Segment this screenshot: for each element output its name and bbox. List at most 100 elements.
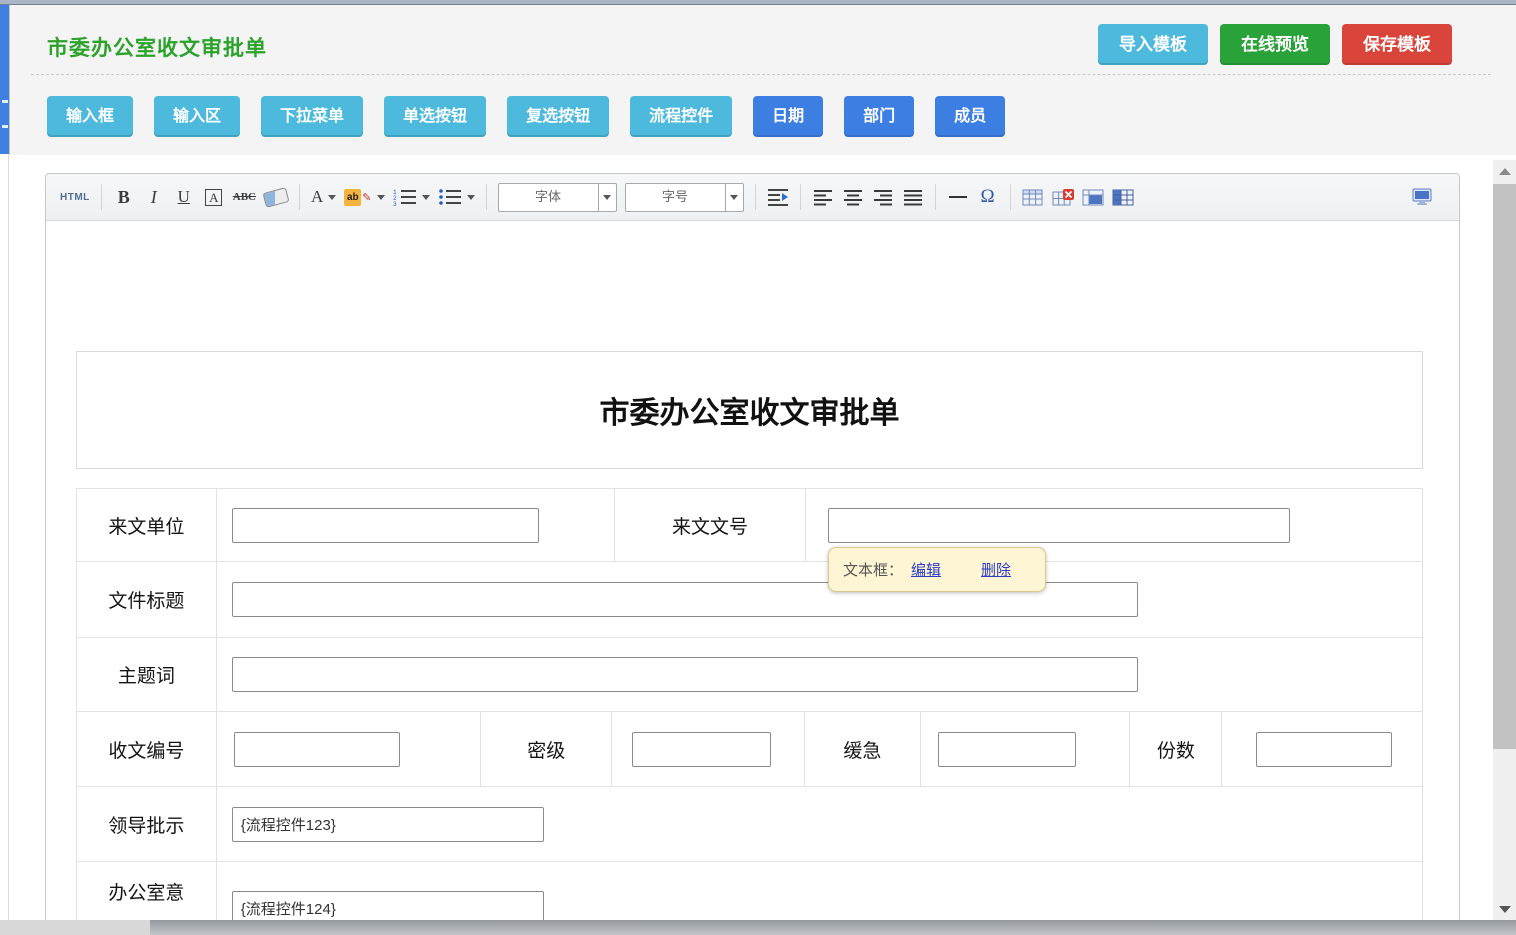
table-cell-icon — [1082, 189, 1104, 206]
scroll-down-button[interactable] — [1493, 898, 1516, 920]
insert-table-button[interactable] — [1022, 183, 1044, 211]
widget-flow-control-button[interactable]: 流程控件 — [630, 96, 732, 137]
table-grid-button[interactable] — [1112, 183, 1134, 211]
form-title-box: 市委办公室收文审批单 — [76, 351, 1423, 469]
field-cell — [217, 638, 1422, 711]
receipt-number-input[interactable] — [234, 732, 400, 767]
align-justify-icon — [903, 189, 923, 206]
svg-text:3: 3 — [393, 201, 397, 206]
pencil-icon: ✎ — [362, 191, 371, 204]
field-label: 收文编号 — [77, 712, 217, 786]
eraser-icon — [262, 187, 289, 208]
align-center-button[interactable] — [842, 183, 864, 211]
tooltip-label: 文本框： — [843, 559, 903, 580]
highlight-color-button[interactable]: ab✎ — [344, 183, 384, 211]
field-label: 密级 — [481, 712, 612, 786]
widget-dropdown-button[interactable]: 下拉菜单 — [261, 96, 363, 137]
remove-format-eraser-button[interactable] — [264, 183, 288, 211]
font-size-select[interactable]: 字号 — [625, 183, 744, 212]
window-bottom-edge-left — [0, 920, 150, 935]
table-grid-icon — [1112, 189, 1134, 206]
form-table: 来文单位 来文文号 文件标题 主题词 — [76, 489, 1423, 935]
delete-table-button[interactable] — [1052, 183, 1074, 211]
toolbar-separator — [486, 184, 487, 210]
form-title: 市委办公室收文审批单 — [600, 388, 900, 432]
widget-input-box-button[interactable]: 输入框 — [47, 96, 133, 137]
align-left-button[interactable] — [812, 183, 834, 211]
widget-button-row: 输入框 输入区 下拉菜单 单选按钮 复选按钮 流程控件 日期 部门 成员 — [47, 96, 1005, 137]
save-template-button[interactable]: 保存模板 — [1342, 24, 1452, 65]
toolbar-separator — [800, 184, 801, 210]
window-bottom-edge — [0, 920, 1516, 935]
dashed-divider — [31, 74, 1491, 75]
underline-button[interactable]: U — [173, 183, 195, 211]
field-cell — [217, 787, 1422, 861]
dropdown-caret-icon — [467, 195, 475, 200]
strikethrough-button[interactable]: ABC — [233, 183, 256, 211]
fullscreen-button[interactable] — [1411, 183, 1433, 211]
field-label: 文件标题 — [77, 562, 217, 637]
widget-department-button[interactable]: 部门 — [844, 96, 914, 137]
widget-radio-button[interactable]: 单选按钮 — [384, 96, 486, 137]
align-right-button[interactable] — [872, 183, 894, 211]
align-left-icon — [813, 189, 833, 206]
incoming-doc-number-input[interactable] — [828, 508, 1290, 543]
subject-words-input[interactable] — [232, 657, 1138, 692]
table-icon — [1022, 189, 1043, 206]
align-right-icon — [873, 189, 893, 206]
indent-button[interactable] — [767, 183, 789, 211]
unordered-list-icon — [438, 188, 462, 206]
field-cell — [921, 712, 1131, 786]
table-row: 文件标题 — [76, 561, 1423, 638]
unordered-list-button[interactable] — [438, 183, 475, 211]
toolbar-separator — [101, 184, 102, 210]
italic-button[interactable]: I — [143, 183, 165, 211]
urgency-input[interactable] — [938, 732, 1076, 767]
ordered-list-button[interactable]: 1 2 3 — [393, 183, 430, 211]
security-level-input[interactable] — [632, 732, 771, 767]
field-label: 领导批示 — [77, 787, 217, 861]
toolbar-separator — [1010, 184, 1011, 210]
table-cell-properties-button[interactable] — [1082, 183, 1104, 211]
scrollbar-thumb[interactable] — [1493, 184, 1516, 749]
dropdown-button[interactable] — [598, 184, 616, 211]
field-label: 来文单位 — [77, 489, 217, 561]
edit-link[interactable]: 编辑 — [911, 559, 941, 580]
table-delete-icon — [1052, 189, 1074, 206]
dropdown-button[interactable] — [725, 184, 743, 211]
toolbar-separator — [299, 184, 300, 210]
copies-input[interactable] — [1256, 732, 1392, 767]
scroll-up-button[interactable] — [1493, 160, 1516, 182]
left-edge-strip — [0, 5, 9, 154]
font-family-select[interactable]: 字体 — [498, 183, 617, 212]
horizontal-rule-button[interactable] — [947, 183, 969, 211]
incoming-unit-input[interactable] — [232, 508, 539, 543]
align-center-icon — [843, 189, 863, 206]
bold-button[interactable]: B — [113, 183, 135, 211]
widget-textarea-button[interactable]: 输入区 — [154, 96, 240, 137]
leader-comment-flow-control-input[interactable] — [232, 807, 544, 842]
import-template-button[interactable]: 导入模板 — [1098, 24, 1208, 65]
vertical-scrollbar[interactable] — [1493, 160, 1516, 920]
dropdown-caret-icon — [328, 195, 336, 200]
table-row: 来文单位 来文文号 — [76, 488, 1423, 562]
special-character-button[interactable]: Ω — [977, 183, 999, 211]
align-justify-button[interactable] — [902, 183, 924, 211]
online-preview-button[interactable]: 在线预览 — [1220, 24, 1330, 65]
delete-link[interactable]: 删除 — [981, 559, 1011, 580]
html-source-button[interactable]: HTML — [60, 183, 90, 211]
font-color-button[interactable]: A — [311, 183, 336, 211]
field-cell — [217, 562, 1422, 637]
format-a-button[interactable]: A — [205, 189, 222, 206]
widget-date-button[interactable]: 日期 — [753, 96, 823, 137]
widget-checkbox-button[interactable]: 复选按钮 — [507, 96, 609, 137]
up-arrow-icon — [1499, 168, 1511, 175]
field-label: 缓急 — [805, 712, 921, 786]
widget-member-button[interactable]: 成员 — [935, 96, 1005, 137]
field-label: 来文文号 — [615, 489, 806, 561]
field-cell — [217, 489, 615, 561]
editor-canvas[interactable]: 市委办公室收文审批单 来文单位 来文文号 文件标题 — [46, 221, 1459, 935]
page-title: 市委办公室收文审批单 — [47, 32, 267, 62]
field-cell — [612, 712, 805, 786]
field-cell — [1222, 712, 1422, 786]
